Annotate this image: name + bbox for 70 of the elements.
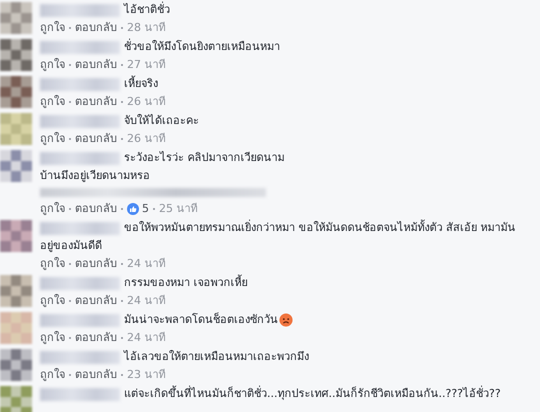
- comment-time: 24 นาที: [127, 293, 166, 308]
- separator-dot: [69, 26, 71, 28]
- reply-link[interactable]: ตอบกลับ: [75, 367, 117, 382]
- separator-dot: [121, 300, 123, 302]
- separator-dot: [121, 138, 123, 140]
- comment-text: จับให้ได้เถอะคะ: [124, 113, 199, 129]
- like-link[interactable]: ถูกใจ: [40, 293, 65, 308]
- separator-dot: [121, 64, 123, 66]
- comment-text: กรรมของหมา เจอพวกเหี้ย: [124, 275, 248, 291]
- avatar-placeholder: [0, 150, 32, 182]
- reply-link[interactable]: ตอบกลับ: [75, 256, 117, 271]
- comment-time: 27 นาที: [127, 57, 166, 72]
- separator-dot: [121, 100, 123, 102]
- comment-time: 26 นาที: [127, 131, 166, 146]
- separator-dot: [121, 208, 123, 210]
- reply-link[interactable]: ตอบกลับ: [75, 330, 117, 345]
- avatar-placeholder: [0, 76, 32, 108]
- avatar-placeholder: [0, 349, 32, 381]
- comment-text: เหี้ยจริง: [124, 76, 158, 92]
- separator-dot: [69, 262, 71, 264]
- avatar-placeholder: [0, 113, 32, 145]
- reply-link[interactable]: ตอบกลับ: [75, 94, 117, 109]
- like-reaction-icon: [127, 202, 139, 214]
- separator-dot: [69, 374, 71, 376]
- like-link[interactable]: ถูกใจ: [40, 20, 65, 35]
- avatar-placeholder: [0, 39, 32, 71]
- comment-time: 23 นาที: [127, 367, 166, 382]
- separator-dot: [69, 208, 71, 210]
- separator-dot: [69, 300, 71, 302]
- like-link[interactable]: ถูกใจ: [40, 57, 65, 72]
- comment-text: ชั่วขอให้มึงโดนยิงตายเหมือนหมา: [124, 39, 280, 55]
- comment-text: ไอ้ชาติชั่ว: [124, 2, 170, 18]
- like-link[interactable]: ถูกใจ: [40, 330, 65, 345]
- reply-link[interactable]: ตอบกลับ: [75, 20, 117, 35]
- comment-text: อยู่ของมันดีดี: [40, 238, 103, 254]
- reaction-count: 5: [142, 201, 149, 216]
- comment-time: 25 นาที: [159, 201, 198, 216]
- separator-dot: [153, 208, 155, 210]
- separator-dot: [69, 100, 71, 102]
- like-link[interactable]: ถูกใจ: [40, 367, 65, 382]
- comment-time: 24 นาที: [127, 330, 166, 345]
- separator-dot: [69, 64, 71, 66]
- comment-text: ระวังอะไรว่ะ คลิปมาจากเวียดนาม: [124, 150, 284, 166]
- avatar-placeholder: [0, 2, 32, 34]
- comment-text: ขอให้พวหมันตายทรมาณเยิ่งกว่าหมา ขอให้มันดดนช้อตจนไหม้ทั้งตัว สัสเอ้ย หมามัน: [124, 220, 516, 236]
- comment-text: มันน่าจะพลาดโดนช็อตเองซักวัน: [124, 312, 278, 328]
- comment-time: 24 นาที: [127, 256, 166, 271]
- reply-link[interactable]: ตอบกลับ: [75, 201, 117, 216]
- like-link[interactable]: ถูกใจ: [40, 256, 65, 271]
- comment-text: ไอ้เลวขอให้ตายเหมือนหมาเถอะพวกมึง: [124, 349, 309, 365]
- comment-time: 26 นาที: [127, 94, 166, 109]
- reply-link[interactable]: ตอบกลับ: [75, 131, 117, 146]
- comment-text: แต่จะเกิดขึ้นที่ไหนมันก็ชาติชั่ว...ทุกประเทศ..มันก็รักชีวิตเหมือนกัน..???ไอ้ชั่ว??: [124, 386, 501, 402]
- avatar-placeholder: [0, 386, 32, 412]
- comment-time: 28 นาที: [127, 20, 166, 35]
- separator-dot: [121, 336, 123, 338]
- separator-dot: [69, 336, 71, 338]
- avatar-placeholder: [0, 275, 32, 307]
- reply-link[interactable]: ตอบกลับ: [75, 293, 117, 308]
- like-link[interactable]: ถูกใจ: [40, 201, 65, 216]
- separator-dot: [121, 374, 123, 376]
- separator-dot: [121, 26, 123, 28]
- reply-link[interactable]: ตอบกลับ: [75, 57, 117, 72]
- comment-text: บ้านมึงอยู่เวียดนามหรอ: [40, 168, 151, 184]
- like-link[interactable]: ถูกใจ: [40, 94, 65, 109]
- separator-dot: [69, 138, 71, 140]
- avatar-placeholder: [0, 220, 32, 252]
- like-link[interactable]: ถูกใจ: [40, 131, 65, 146]
- separator-dot: [121, 262, 123, 264]
- avatar-placeholder: [0, 312, 32, 344]
